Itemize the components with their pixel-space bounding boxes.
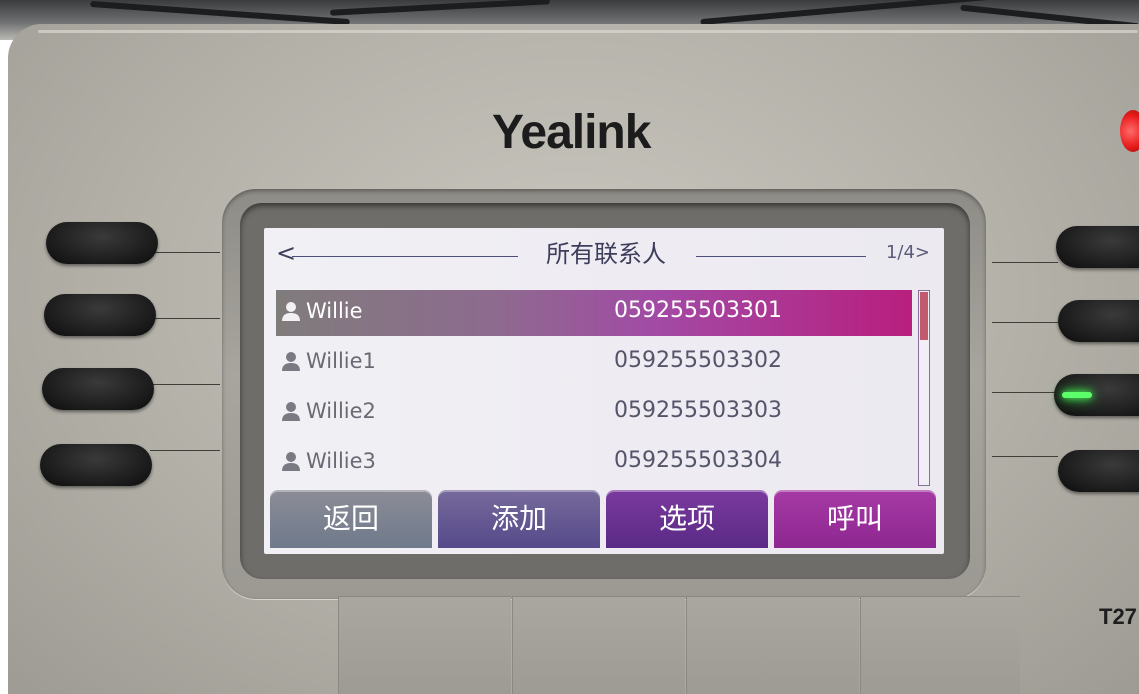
phone-edge-highlight xyxy=(38,30,1138,33)
contact-name: Willie2 xyxy=(306,399,376,423)
key-lead-line xyxy=(150,384,220,385)
line-key-right-3[interactable] xyxy=(1054,374,1139,416)
contact-name: Willie xyxy=(306,299,363,323)
line-key-left-2[interactable] xyxy=(44,294,156,336)
title-rule-right xyxy=(696,256,866,257)
contact-row[interactable]: Willie1 059255503302 xyxy=(276,340,912,386)
key-lead-line xyxy=(150,252,220,253)
contact-row[interactable]: Willie3 059255503304 xyxy=(276,440,912,486)
person-icon xyxy=(282,452,300,471)
softkey-add[interactable]: 添加 xyxy=(438,490,600,548)
contact-name: Willie3 xyxy=(306,449,376,473)
contact-number: 059255503302 xyxy=(614,348,782,373)
key-lead-line xyxy=(150,450,220,451)
cable xyxy=(700,0,1000,26)
power-led xyxy=(1120,110,1139,152)
softkey-call[interactable]: 呼叫 xyxy=(774,490,936,548)
cable xyxy=(90,0,350,26)
page-title: 所有联系人 xyxy=(546,240,666,268)
contact-row[interactable]: Willie2 059255503303 xyxy=(276,390,912,436)
line-key-left-1[interactable] xyxy=(46,222,158,264)
brand-logo: Yealink xyxy=(492,106,651,159)
key-lead-line xyxy=(992,392,1058,393)
key-lead-line xyxy=(992,322,1058,323)
screen-titlebar: < 所有联系人 1/4> xyxy=(264,236,944,272)
model-label: T27 xyxy=(1099,604,1137,629)
person-icon xyxy=(282,352,300,371)
line-key-right-1[interactable] xyxy=(1056,226,1139,268)
list-scrollbar[interactable] xyxy=(918,290,930,486)
lcd-screen: < 所有联系人 1/4> Willie 059255503301 Willie1… xyxy=(264,228,944,554)
key-lead-line xyxy=(992,456,1058,457)
contact-number: 059255503304 xyxy=(614,448,782,473)
contact-name: Willie1 xyxy=(306,349,376,373)
physical-softkey-2[interactable] xyxy=(512,596,685,694)
line-key-left-3[interactable] xyxy=(42,368,154,410)
physical-softkey-3[interactable] xyxy=(686,596,859,694)
contact-list: Willie 059255503301 Willie1 059255503302… xyxy=(276,290,916,490)
line-key-left-4[interactable] xyxy=(40,444,152,486)
page-indicator[interactable]: 1/4> xyxy=(866,238,930,268)
back-arrow-icon[interactable]: < xyxy=(276,238,296,268)
line-key-right-4[interactable] xyxy=(1058,450,1139,492)
key-lead-line xyxy=(150,318,220,319)
person-icon xyxy=(282,402,300,421)
key-lead-line xyxy=(992,262,1058,263)
softkey-back[interactable]: 返回 xyxy=(270,490,432,548)
scrollbar-thumb[interactable] xyxy=(920,292,928,340)
contact-number: 059255503303 xyxy=(614,398,782,423)
contact-row[interactable]: Willie 059255503301 xyxy=(276,290,912,336)
person-icon xyxy=(282,302,300,321)
contact-number: 059255503301 xyxy=(614,298,782,323)
title-rule-left xyxy=(292,256,518,257)
physical-softkey-4[interactable] xyxy=(860,596,1020,694)
line-key-led xyxy=(1062,392,1092,398)
softkey-options[interactable]: 选项 xyxy=(606,490,768,548)
physical-softkey-1[interactable] xyxy=(338,596,511,694)
cable xyxy=(329,0,551,16)
line-key-right-2[interactable] xyxy=(1058,300,1139,342)
softkey-bar: 返回 添加 选项 呼叫 xyxy=(270,490,938,548)
